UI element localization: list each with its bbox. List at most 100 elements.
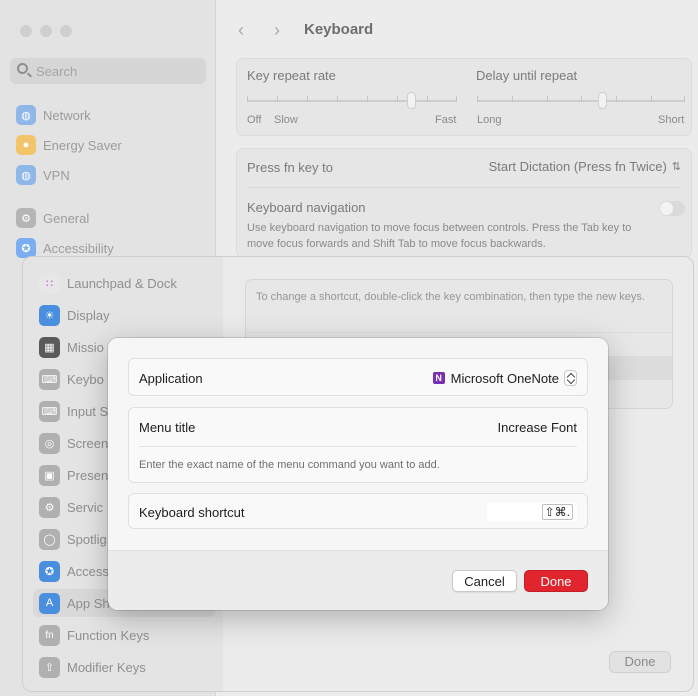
sidebar-item-label: VPN	[43, 167, 70, 183]
menu-title-hint: Enter the exact name of the menu command…	[139, 459, 440, 471]
shortcut-category-function-keys[interactable]: fn Function Keys	[39, 623, 149, 647]
keyboard-icon: ⌨	[39, 368, 60, 390]
up-down-chevron-icon: ⇅	[671, 161, 681, 173]
key-repeat-label: Key repeat rate	[247, 68, 336, 83]
menu-title-label: Menu title	[139, 420, 196, 435]
sidebar-item-general[interactable]: ⚙ General	[16, 207, 89, 229]
minimize-window-button[interactable]	[40, 25, 52, 37]
close-window-button[interactable]	[20, 25, 32, 37]
application-value: Microsoft OneNote	[450, 370, 559, 386]
category-label: Missio	[67, 339, 104, 355]
keyboard-shortcut-field[interactable]: ⇧⌘.	[487, 503, 577, 521]
category-label: Input S	[67, 403, 109, 419]
dialog-footer: Cancel Done	[108, 550, 608, 610]
tick-label-short: Short	[658, 114, 685, 126]
screenshot-icon: ◎	[39, 432, 60, 454]
fn-icon: fn	[39, 624, 60, 646]
shortcut-category-keyboard[interactable]: ⌨ Keybo	[39, 367, 104, 391]
sidebar-item-energy-saver[interactable]: ● Energy Saver	[16, 134, 122, 156]
fn-key-popup[interactable]: Start Dictation (Press fn Twice) ⇅	[489, 159, 681, 174]
category-label: Servic	[67, 499, 104, 515]
sidebar-item-network[interactable]: ◍ Network	[16, 104, 91, 126]
key-repeat-card: Key repeat rate Off Slow Fast Delay unti…	[236, 58, 692, 136]
sidebar-item-label: Network	[43, 107, 91, 123]
category-label: Keybo	[67, 371, 104, 387]
sheet-done-button[interactable]: Done	[609, 651, 671, 673]
category-label: Spotlig	[67, 531, 107, 547]
window-title: Keyboard	[304, 21, 374, 38]
key-repeat-slider-knob[interactable]	[406, 92, 416, 109]
shortcut-category-services[interactable]: ⚙ Servic	[39, 495, 103, 519]
launchpad-icon: ∷	[39, 272, 60, 294]
onenote-icon: N	[432, 372, 445, 384]
gear-icon: ⚙	[16, 208, 36, 228]
app-store-icon: A	[39, 592, 60, 614]
category-label: Function Keys	[67, 627, 150, 643]
keyboard-icon: ⌨	[39, 400, 60, 422]
shortcut-category-spotlight[interactable]: ◯ Spotlig	[39, 527, 107, 551]
shortcut-category-accessibility[interactable]: ✪ Access	[39, 559, 109, 583]
shortcut-category-screenshots[interactable]: ◎ Screen	[39, 431, 108, 455]
shortcut-category-modifier-keys[interactable]: ⇧ Modifier Keys	[39, 655, 146, 679]
category-label: Modifier Keys	[67, 659, 146, 675]
shortcut-keys: ⇧⌘.	[541, 504, 573, 520]
keyboard-navigation-toggle[interactable]	[659, 201, 685, 216]
tick-label-off: Off	[247, 114, 262, 126]
keyboard-navigation-label: Keyboard navigation	[247, 200, 366, 215]
fn-navigation-card: Press fn key to Start Dictation (Press f…	[236, 148, 692, 258]
search-placeholder: Search	[36, 64, 78, 79]
menu-title-group: Menu title Increase Font Enter the exact…	[128, 407, 588, 483]
category-label: App Sh	[67, 595, 110, 611]
forward-chevron-icon[interactable]: ›	[274, 20, 280, 41]
application-label: Application	[139, 371, 203, 386]
lightbulb-icon: ●	[16, 135, 36, 155]
up-down-chevron-icon	[564, 370, 577, 386]
keyboard-shortcut-row: Keyboard shortcut ⇧⌘.	[128, 493, 588, 529]
sidebar-item-label: Energy Saver	[43, 137, 122, 153]
shortcut-category-mission-control[interactable]: ▦ Missio	[39, 335, 104, 359]
key-repeat-slider[interactable]	[247, 100, 457, 102]
keyboard-navigation-description: Use keyboard navigation to move focus be…	[247, 222, 632, 250]
globe-icon: ◍	[16, 105, 36, 125]
sidebar-item-vpn[interactable]: ◍ VPN	[16, 164, 70, 186]
accessibility-icon: ✪	[39, 560, 60, 582]
globe-icon: ◍	[16, 165, 36, 185]
fn-key-value: Start Dictation (Press fn Twice)	[488, 159, 667, 174]
search-icon	[17, 63, 28, 74]
application-row: Application N Microsoft OneNote	[128, 358, 588, 396]
cancel-button[interactable]: Cancel	[452, 570, 517, 592]
delay-label: Delay until repeat	[476, 68, 578, 83]
add-shortcut-dialog: Application N Microsoft OneNote Menu tit…	[108, 338, 608, 610]
category-label: Presen	[67, 467, 109, 483]
gear-icon: ⚙	[39, 496, 60, 518]
delay-slider-knob[interactable]	[597, 92, 607, 109]
category-label: Access	[67, 563, 109, 579]
tick-label-slow: Slow	[274, 114, 298, 126]
menu-title-field[interactable]: Increase Font	[498, 420, 578, 435]
category-label: Display	[67, 307, 110, 323]
shortcut-category-display[interactable]: ☀ Display	[39, 303, 110, 327]
dialog-body: Application N Microsoft OneNote Menu tit…	[108, 338, 608, 550]
category-label: Screen	[67, 435, 109, 451]
application-popup[interactable]: N Microsoft OneNote	[432, 370, 577, 386]
presenter-icon: ▣	[39, 464, 60, 486]
done-button[interactable]: Done	[524, 570, 588, 592]
shortcut-category-input-sources[interactable]: ⌨ Input S	[39, 399, 108, 423]
keyboard-shortcut-label: Keyboard shortcut	[139, 505, 245, 520]
arrow-up-icon: ⇧	[39, 656, 60, 678]
sidebar-item-label: General	[43, 210, 90, 226]
search-icon: ◯	[39, 528, 60, 550]
mission-control-icon: ▦	[39, 336, 60, 358]
shortcut-category-launchpad-dock[interactable]: ∷ Launchpad & Dock	[39, 271, 177, 295]
tick-label-fast: Fast	[435, 114, 457, 126]
search-field[interactable]: Search	[10, 58, 206, 84]
fn-key-label: Press fn key to	[247, 160, 333, 175]
shortcut-category-presenter[interactable]: ▣ Presen	[39, 463, 108, 487]
sidebar-item-label: Accessibility	[43, 240, 114, 256]
sun-icon: ☀	[39, 304, 60, 326]
category-label: Launchpad & Dock	[67, 275, 177, 291]
tick-label-long: Long	[477, 114, 502, 126]
back-chevron-icon[interactable]: ‹	[238, 20, 244, 41]
zoom-window-button[interactable]	[60, 25, 72, 37]
shortcuts-instructions: To change a shortcut, double-click the k…	[256, 291, 645, 303]
